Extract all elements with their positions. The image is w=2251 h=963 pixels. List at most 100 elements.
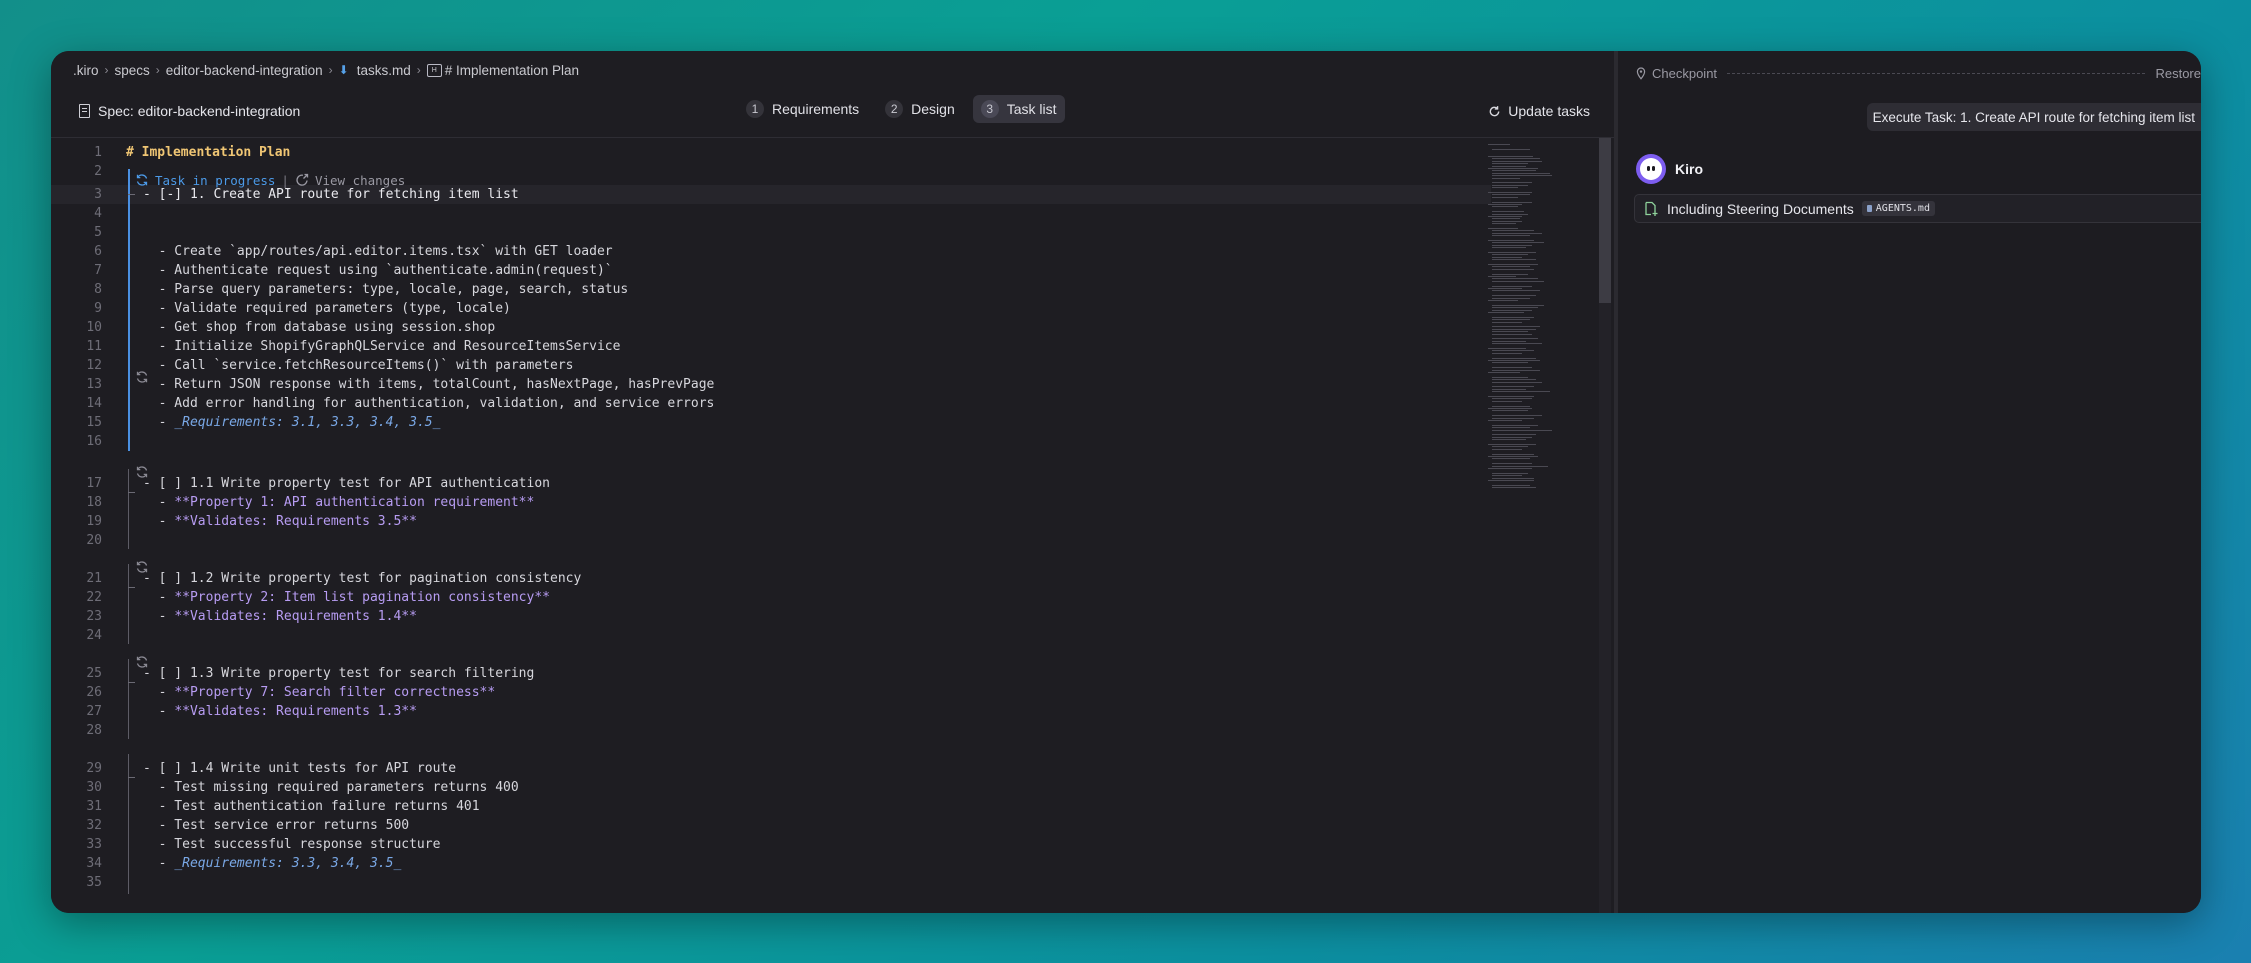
line-text: - Initialize ShopifyGraphQLService and R… [143,339,621,354]
location-pin-icon [1636,66,1646,80]
line-number: 31 [86,799,102,814]
code-line[interactable]: 28 [51,721,1491,740]
breadcrumb-item-specs[interactable]: specs [115,63,150,78]
code-line[interactable]: 19 - **Validates: Requirements 3.5** [51,512,1491,531]
minimap-line [1492,369,1540,371]
run-task-button[interactable] [135,370,149,389]
run-task-button[interactable] [135,465,149,484]
update-tasks-button[interactable]: Update tasks [1488,103,1590,119]
tab-requirements[interactable]: 1 Requirements [738,95,867,123]
minimap-line [1488,288,1522,289]
line-number: 1 [94,145,102,160]
minimap-line [1492,410,1528,412]
code-line[interactable]: 15 - _Requirements: 3.1, 3.3, 3.4, 3.5_ [51,413,1491,432]
line-number: 23 [86,609,102,624]
code-line[interactable]: 22 - **Property 2: Item list pagination … [51,588,1491,607]
file-icon [1866,205,1872,212]
minimap-line [1492,285,1532,287]
code-line[interactable]: 14 - Add error handling for authenticati… [51,394,1491,413]
code-line[interactable]: 24 [51,626,1491,645]
code-line[interactable]: 35 [51,873,1491,892]
steering-documents-item[interactable]: Including Steering Documents AGENTS.md [1634,194,2201,223]
agents-file-chip[interactable]: AGENTS.md [1861,201,1935,216]
minimap-line [1488,216,1522,217]
code-line[interactable]: 5 [51,223,1491,242]
breadcrumb-item-kiro[interactable]: .kiro [73,63,99,78]
minimap-line [1488,168,1538,169]
minimap-line [1492,218,1520,220]
task-block-guide [128,469,129,549]
code-line[interactable]: 30 - Test missing required parameters re… [51,778,1491,797]
code-line[interactable]: 17 - [ ] 1.1 Write property test for API … [51,474,1491,493]
lens-separator: | [281,172,289,188]
run-task-button[interactable] [135,560,149,579]
minimap-line [1492,163,1528,165]
tab-task-list[interactable]: 3 Task list [972,95,1065,123]
line-number: 6 [94,244,102,259]
line-number: 5 [94,225,102,240]
task-tick-mark [128,194,135,195]
code-line[interactable]: 11 - Initialize ShopifyGraphQLService an… [51,337,1491,356]
minimap-line [1492,448,1522,450]
code-line[interactable]: 9 - Validate required parameters (type, … [51,299,1491,318]
code-line[interactable]: 33 - Test successful response structure [51,835,1491,854]
tab-number: 1 [746,100,764,118]
property-ref: **Validates: Requirements 3.5** [174,514,417,529]
code-line[interactable]: 4 [51,204,1491,223]
code-line[interactable]: 6 - Create `app/routes/api.editor.items.… [51,242,1491,261]
code-editor[interactable]: 1 # Implementation Plan 2 3- [-] 1. Create … [51,138,1491,913]
minimap-line [1492,463,1532,465]
view-changes-link[interactable]: View changes [315,173,405,188]
sync-icon [136,174,148,186]
minimap-line [1492,319,1530,321]
breadcrumb-item-file[interactable]: tasks.md [357,63,411,78]
code-line[interactable]: 23 - **Validates: Requirements 1.4** [51,607,1491,626]
line-text: - Create `app/routes/api.editor.items.ts… [143,244,613,259]
code-line[interactable]: 32 - Test service error returns 500 [51,816,1491,835]
minimap-line [1488,276,1516,277]
minimap-line [1492,172,1550,174]
code-line[interactable]: 7 - Authenticate request using `authenti… [51,261,1491,280]
checkpoint-row: Checkpoint Restore [1636,63,2201,83]
code-line[interactable]: 26 - **Property 7: Search filter correct… [51,683,1491,702]
chevron-right-icon: › [328,63,333,77]
code-line[interactable]: 34 - _Requirements: 3.3, 3.4, 3.5_ [51,854,1491,873]
breadcrumb-item-spec-folder[interactable]: editor-backend-integration [166,63,323,78]
tab-design[interactable]: 2 Design [877,95,963,123]
minimap[interactable] [1484,138,1584,498]
minimap-line [1492,290,1540,292]
code-line[interactable]: 20 [51,531,1491,550]
code-line[interactable]: 27 - **Validates: Requirements 1.3** [51,702,1491,721]
code-line[interactable]: 21 - [ ] 1.2 Write property test for pagi… [51,569,1491,588]
code-line[interactable]: 29 - [ ] 1.4 Write unit tests for API rou… [51,759,1491,778]
line-number: 24 [86,628,102,643]
line-number: 15 [86,415,102,430]
breadcrumb-symbol-label: # Implementation Plan [444,62,580,78]
code-line[interactable]: 1 # Implementation Plan [51,143,1491,162]
code-line[interactable]: 10 - Get shop from database using sessio… [51,318,1491,337]
code-line[interactable]: 31 - Test authentication failure returns… [51,797,1491,816]
code-line[interactable]: 13 - Return JSON response with items, to… [51,375,1491,394]
scrollbar-thumb[interactable] [1599,138,1611,303]
code-line[interactable]: 12 - Call `service.fetchResourceItems()`… [51,356,1491,375]
code-line[interactable]: 25 - [ ] 1.3 Write property test for sear… [51,664,1491,683]
line-text: - [143,856,175,871]
minimap-line [1492,376,1528,378]
minimap-line [1488,456,1538,457]
run-task-button[interactable] [135,655,149,674]
task-in-progress-link[interactable]: Task in progress [155,173,275,188]
steering-label: Including Steering Documents [1667,200,1854,217]
editor-scrollbar[interactable] [1599,138,1611,913]
code-line[interactable]: 18 - **Property 1: API authentication re… [51,493,1491,512]
restore-button[interactable]: Restore [2155,66,2201,81]
code-line[interactable]: 16 [51,432,1491,451]
breadcrumb-item-symbol[interactable]: H # Implementation Plan [426,62,580,78]
minimap-line [1488,408,1532,409]
sync-icon [136,656,148,668]
minimap-line [1492,434,1536,436]
code-line[interactable]: 8 - Parse query parameters: type, locale… [51,280,1491,299]
minimap-line [1492,484,1530,486]
line-number: 19 [86,514,102,529]
property-ref: **Property 2: Item list pagination consi… [174,590,550,605]
minimap-line [1492,297,1530,299]
